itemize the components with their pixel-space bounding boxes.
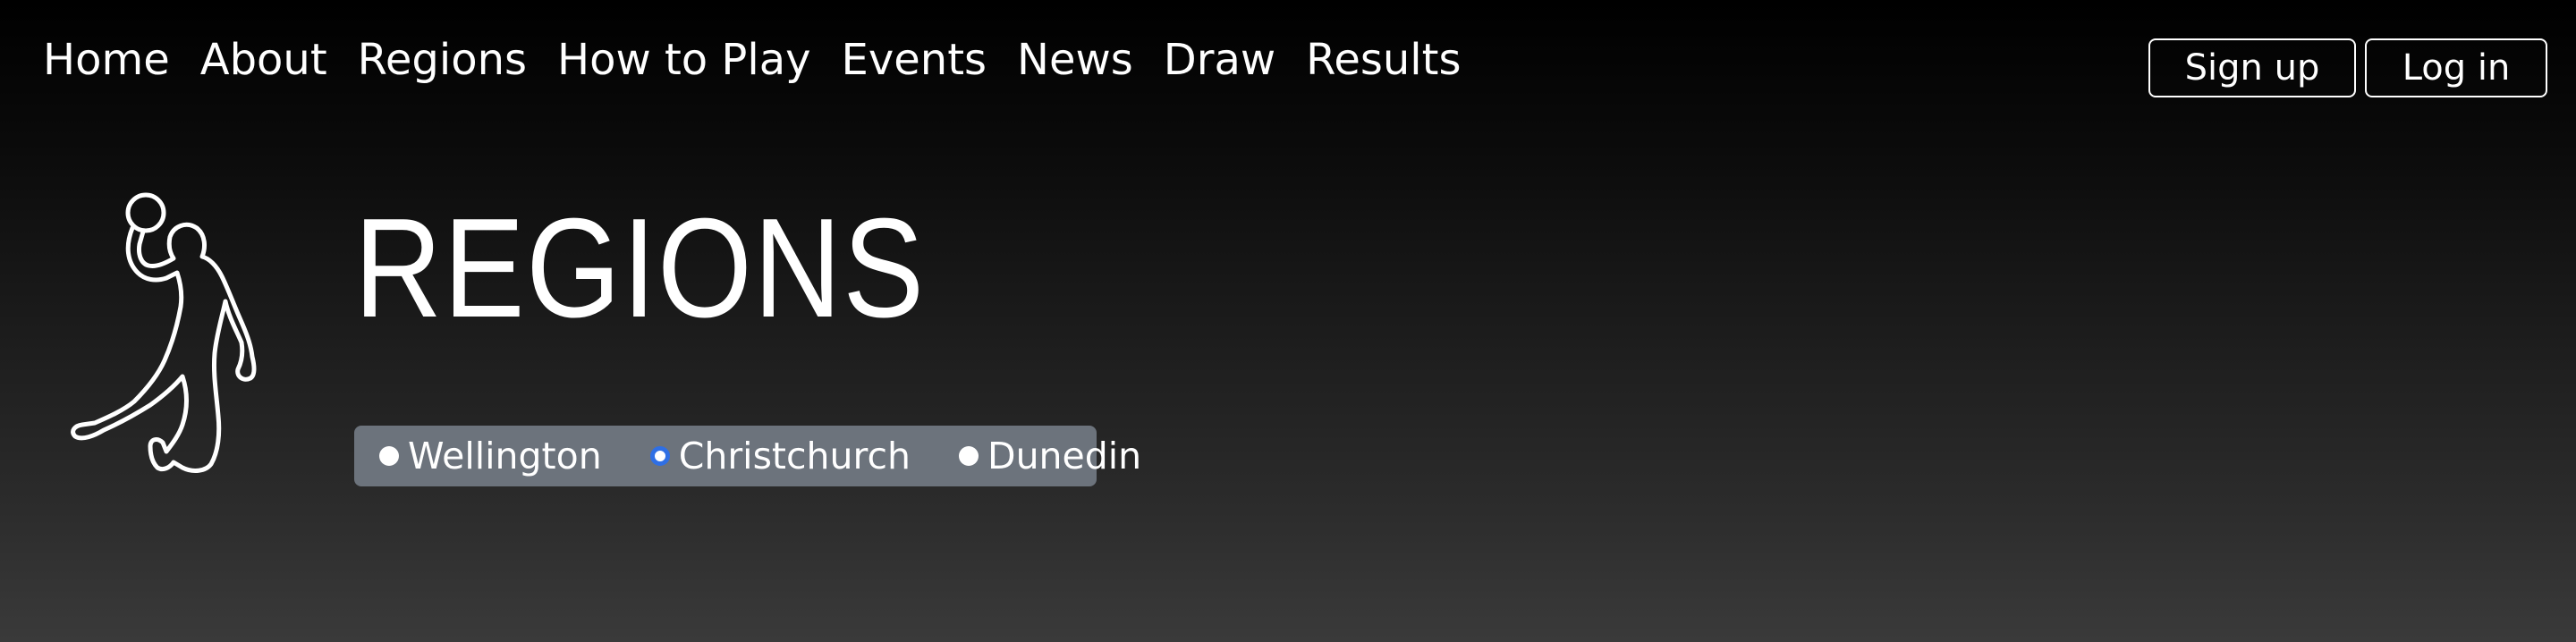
region-label: Wellington (408, 435, 602, 477)
region-label: Christchurch (678, 435, 911, 477)
main-navigation: Home About Regions How to Play Events Ne… (43, 29, 1461, 91)
region-option-wellington[interactable]: Wellington (379, 426, 602, 486)
nav-link-events[interactable]: Events (842, 29, 987, 91)
log-in-button[interactable]: Log in (2365, 38, 2547, 97)
region-option-dunedin[interactable]: Dunedin (959, 426, 1141, 486)
nav-link-draw[interactable]: Draw (1164, 29, 1275, 91)
sign-up-button[interactable]: Sign up (2148, 38, 2356, 97)
nav-link-home[interactable]: Home (43, 29, 170, 91)
nav-link-how-to-play[interactable]: How to Play (557, 29, 811, 91)
nav-link-news[interactable]: News (1017, 29, 1133, 91)
radio-button[interactable] (959, 446, 979, 466)
handball-player-icon (63, 183, 309, 487)
page-title: REGIONS (354, 190, 926, 347)
radio-button[interactable] (379, 446, 399, 466)
auth-buttons: Sign up Log in (2148, 38, 2547, 97)
nav-link-results[interactable]: Results (1306, 29, 1461, 91)
radio-button-selected[interactable] (649, 446, 670, 466)
nav-link-regions[interactable]: Regions (358, 29, 527, 91)
region-option-christchurch[interactable]: Christchurch (649, 426, 911, 486)
nav-link-about[interactable]: About (200, 29, 327, 91)
region-label: Dunedin (987, 435, 1142, 477)
region-selector: Wellington Christchurch Dunedin (354, 426, 1141, 486)
